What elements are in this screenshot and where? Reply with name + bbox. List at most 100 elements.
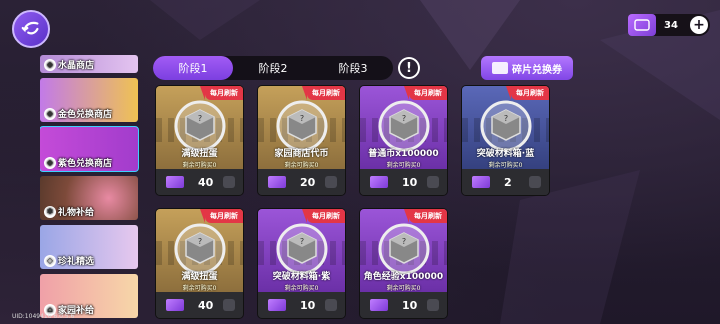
currency-value: 34 — [664, 19, 678, 31]
price-bar: 10 — [258, 292, 345, 318]
svg-text:?: ? — [402, 114, 406, 123]
exclamation-icon: ! — [400, 59, 418, 77]
svg-text:?: ? — [198, 114, 202, 123]
mystery-box-icon: ? — [276, 100, 328, 152]
monthly-refresh-badge: 每月刷新 — [404, 209, 447, 223]
price-bar: 10 — [360, 169, 447, 195]
shop-item-card[interactable]: 每月刷新? 家园商店代币 剩余可购买0 20 — [257, 85, 346, 196]
shop-icon: ◆ — [44, 58, 56, 71]
monthly-refresh-badge: 每月刷新 — [200, 209, 243, 223]
item-cost: 40 — [198, 298, 214, 312]
fragment-ticket-icon — [268, 176, 286, 188]
item-name: 角色经验x100000 — [363, 272, 444, 282]
purchase-remaining: 剩余可购买0 — [182, 162, 217, 169]
purchase-remaining: 剩余可购买0 — [182, 285, 217, 292]
bag-icon — [325, 299, 337, 311]
stage-tabs: 阶段1 阶段2 阶段3 — [153, 56, 393, 80]
item-cost: 2 — [504, 175, 512, 189]
monthly-refresh-badge: 每月刷新 — [302, 209, 345, 223]
sidebar-item-purple-exchange[interactable]: ◆ 紫色兑换商店 — [40, 126, 139, 172]
svg-text:?: ? — [402, 237, 406, 246]
item-cost: 20 — [300, 175, 316, 189]
shop-sidebar: ◆ 水晶商店 ◆ 金色兑换商店 ◆ 紫色兑换商店 ✱ 礼物补给 ◇ 珍礼精选 ⌂ 家园补给 — [40, 55, 143, 320]
shop-item-card[interactable]: 每月刷新? 突破材料箱·蓝 剩余可购买0 2 — [461, 85, 550, 196]
info-button[interactable]: ! — [398, 57, 420, 79]
price-bar: 20 — [258, 169, 345, 195]
sidebar-item-crystal-shop[interactable]: ◆ 水晶商店 — [40, 55, 138, 73]
item-cost: 10 — [402, 175, 418, 189]
bag-icon — [325, 176, 337, 188]
shop-item-card[interactable]: 每月刷新? 满级扭蛋 剩余可购买0 40 — [155, 85, 244, 196]
svg-text:?: ? — [300, 237, 304, 246]
fragment-ticket-icon — [166, 299, 184, 311]
price-bar: 10 — [360, 292, 447, 318]
fragment-ticket-icon — [472, 176, 490, 188]
item-cost: 10 — [402, 298, 418, 312]
bag-icon — [427, 299, 439, 311]
bag-icon — [223, 299, 235, 311]
gift-icon: ✱ — [44, 205, 56, 218]
fragment-ticket-icon — [166, 176, 184, 188]
fragment-ticket-icon — [628, 14, 656, 36]
ticket-icon — [492, 62, 508, 74]
bag-icon — [223, 176, 235, 188]
shop-item-card[interactable]: 每月刷新? 突破材料箱·紫 剩余可购买0 10 — [257, 208, 346, 319]
item-name: 满级扭蛋 — [181, 149, 218, 159]
item-name: 普通币x100000 — [368, 149, 439, 159]
currency-counter: 34 + — [628, 14, 710, 36]
shop-item-card[interactable]: 每月刷新? 满级扭蛋剩余可购买0 40 — [155, 208, 244, 319]
fragment-ticket-icon — [268, 299, 286, 311]
fragment-exchange-button[interactable]: 碎片兑换券 — [481, 56, 573, 80]
shop-item-card[interactable]: 每月刷新? 普通币x100000 剩余可购买0 10 — [359, 85, 448, 196]
item-name: 突破材料箱·紫 — [272, 272, 331, 282]
purchase-remaining: 剩余可购买0 — [284, 162, 319, 169]
sidebar-item-label: 金色兑换商店 — [58, 110, 113, 120]
mystery-box-icon: ? — [174, 223, 226, 275]
mystery-box-icon: ? — [480, 100, 532, 152]
purchase-remaining: 剩余可购买0 — [488, 162, 523, 169]
bag-icon — [427, 176, 439, 188]
mystery-box-icon: ? — [174, 100, 226, 152]
ticket-icon: ◆ — [44, 107, 56, 120]
purchase-remaining: 剩余可购买0 — [284, 285, 319, 292]
item-name: 家园商店代币 — [274, 149, 329, 159]
tab-stage-2[interactable]: 阶段2 — [233, 56, 313, 80]
ticket-icon: ◆ — [44, 156, 56, 169]
shop-item-card[interactable]: 每月刷新? 角色经验x100000 剩余可购买0 10 — [359, 208, 448, 319]
item-cost: 10 — [300, 298, 316, 312]
sidebar-item-label: 珍礼精选 — [58, 257, 95, 267]
sidebar-item-gold-exchange[interactable]: ◆ 金色兑换商店 — [40, 78, 138, 122]
mystery-box-icon: ? — [276, 223, 328, 275]
svg-text:?: ? — [504, 114, 508, 123]
price-bar: 2 — [462, 169, 549, 195]
uid-label: UID:1049416 6.0.5.6 — [12, 313, 75, 320]
sidebar-item-label: 紫色兑换商店 — [58, 159, 113, 169]
add-currency-button[interactable]: + — [690, 16, 708, 34]
monthly-refresh-badge: 每月刷新 — [506, 86, 549, 100]
sidebar-item-label: 礼物补给 — [58, 208, 95, 218]
sidebar-item-label: 水晶商店 — [58, 61, 95, 71]
monthly-refresh-badge: 每月刷新 — [302, 86, 345, 100]
svg-text:?: ? — [300, 114, 304, 123]
tab-stage-1[interactable]: 阶段1 — [153, 56, 233, 80]
sidebar-item-gift-supply[interactable]: ✱ 礼物补给 — [40, 176, 138, 220]
purchase-remaining: 剩余可购买0 — [386, 285, 421, 292]
svg-text:?: ? — [198, 237, 202, 246]
tab-stage-3[interactable]: 阶段3 — [313, 56, 393, 80]
back-arrow-icon — [21, 21, 39, 35]
price-bar: 40 — [156, 292, 243, 318]
item-name: 突破材料箱·蓝 — [476, 149, 535, 159]
item-name: 满级扭蛋 — [181, 272, 218, 282]
sidebar-item-selected-gifts[interactable]: ◇ 珍礼精选 — [40, 225, 138, 269]
fragment-exchange-label: 碎片兑换券 — [512, 64, 562, 76]
mystery-box-icon: ? — [378, 100, 430, 152]
back-button[interactable] — [12, 10, 50, 48]
monthly-refresh-badge: 每月刷新 — [404, 86, 447, 100]
gem-icon: ◇ — [44, 254, 56, 267]
item-cost: 40 — [198, 175, 214, 189]
price-bar: 40 — [156, 169, 243, 195]
sidebar-item-home-supply[interactable]: ⌂ 家园补给 — [40, 274, 138, 318]
fragment-ticket-icon — [370, 299, 388, 311]
bag-icon — [529, 176, 541, 188]
mystery-box-icon: ? — [378, 223, 430, 275]
